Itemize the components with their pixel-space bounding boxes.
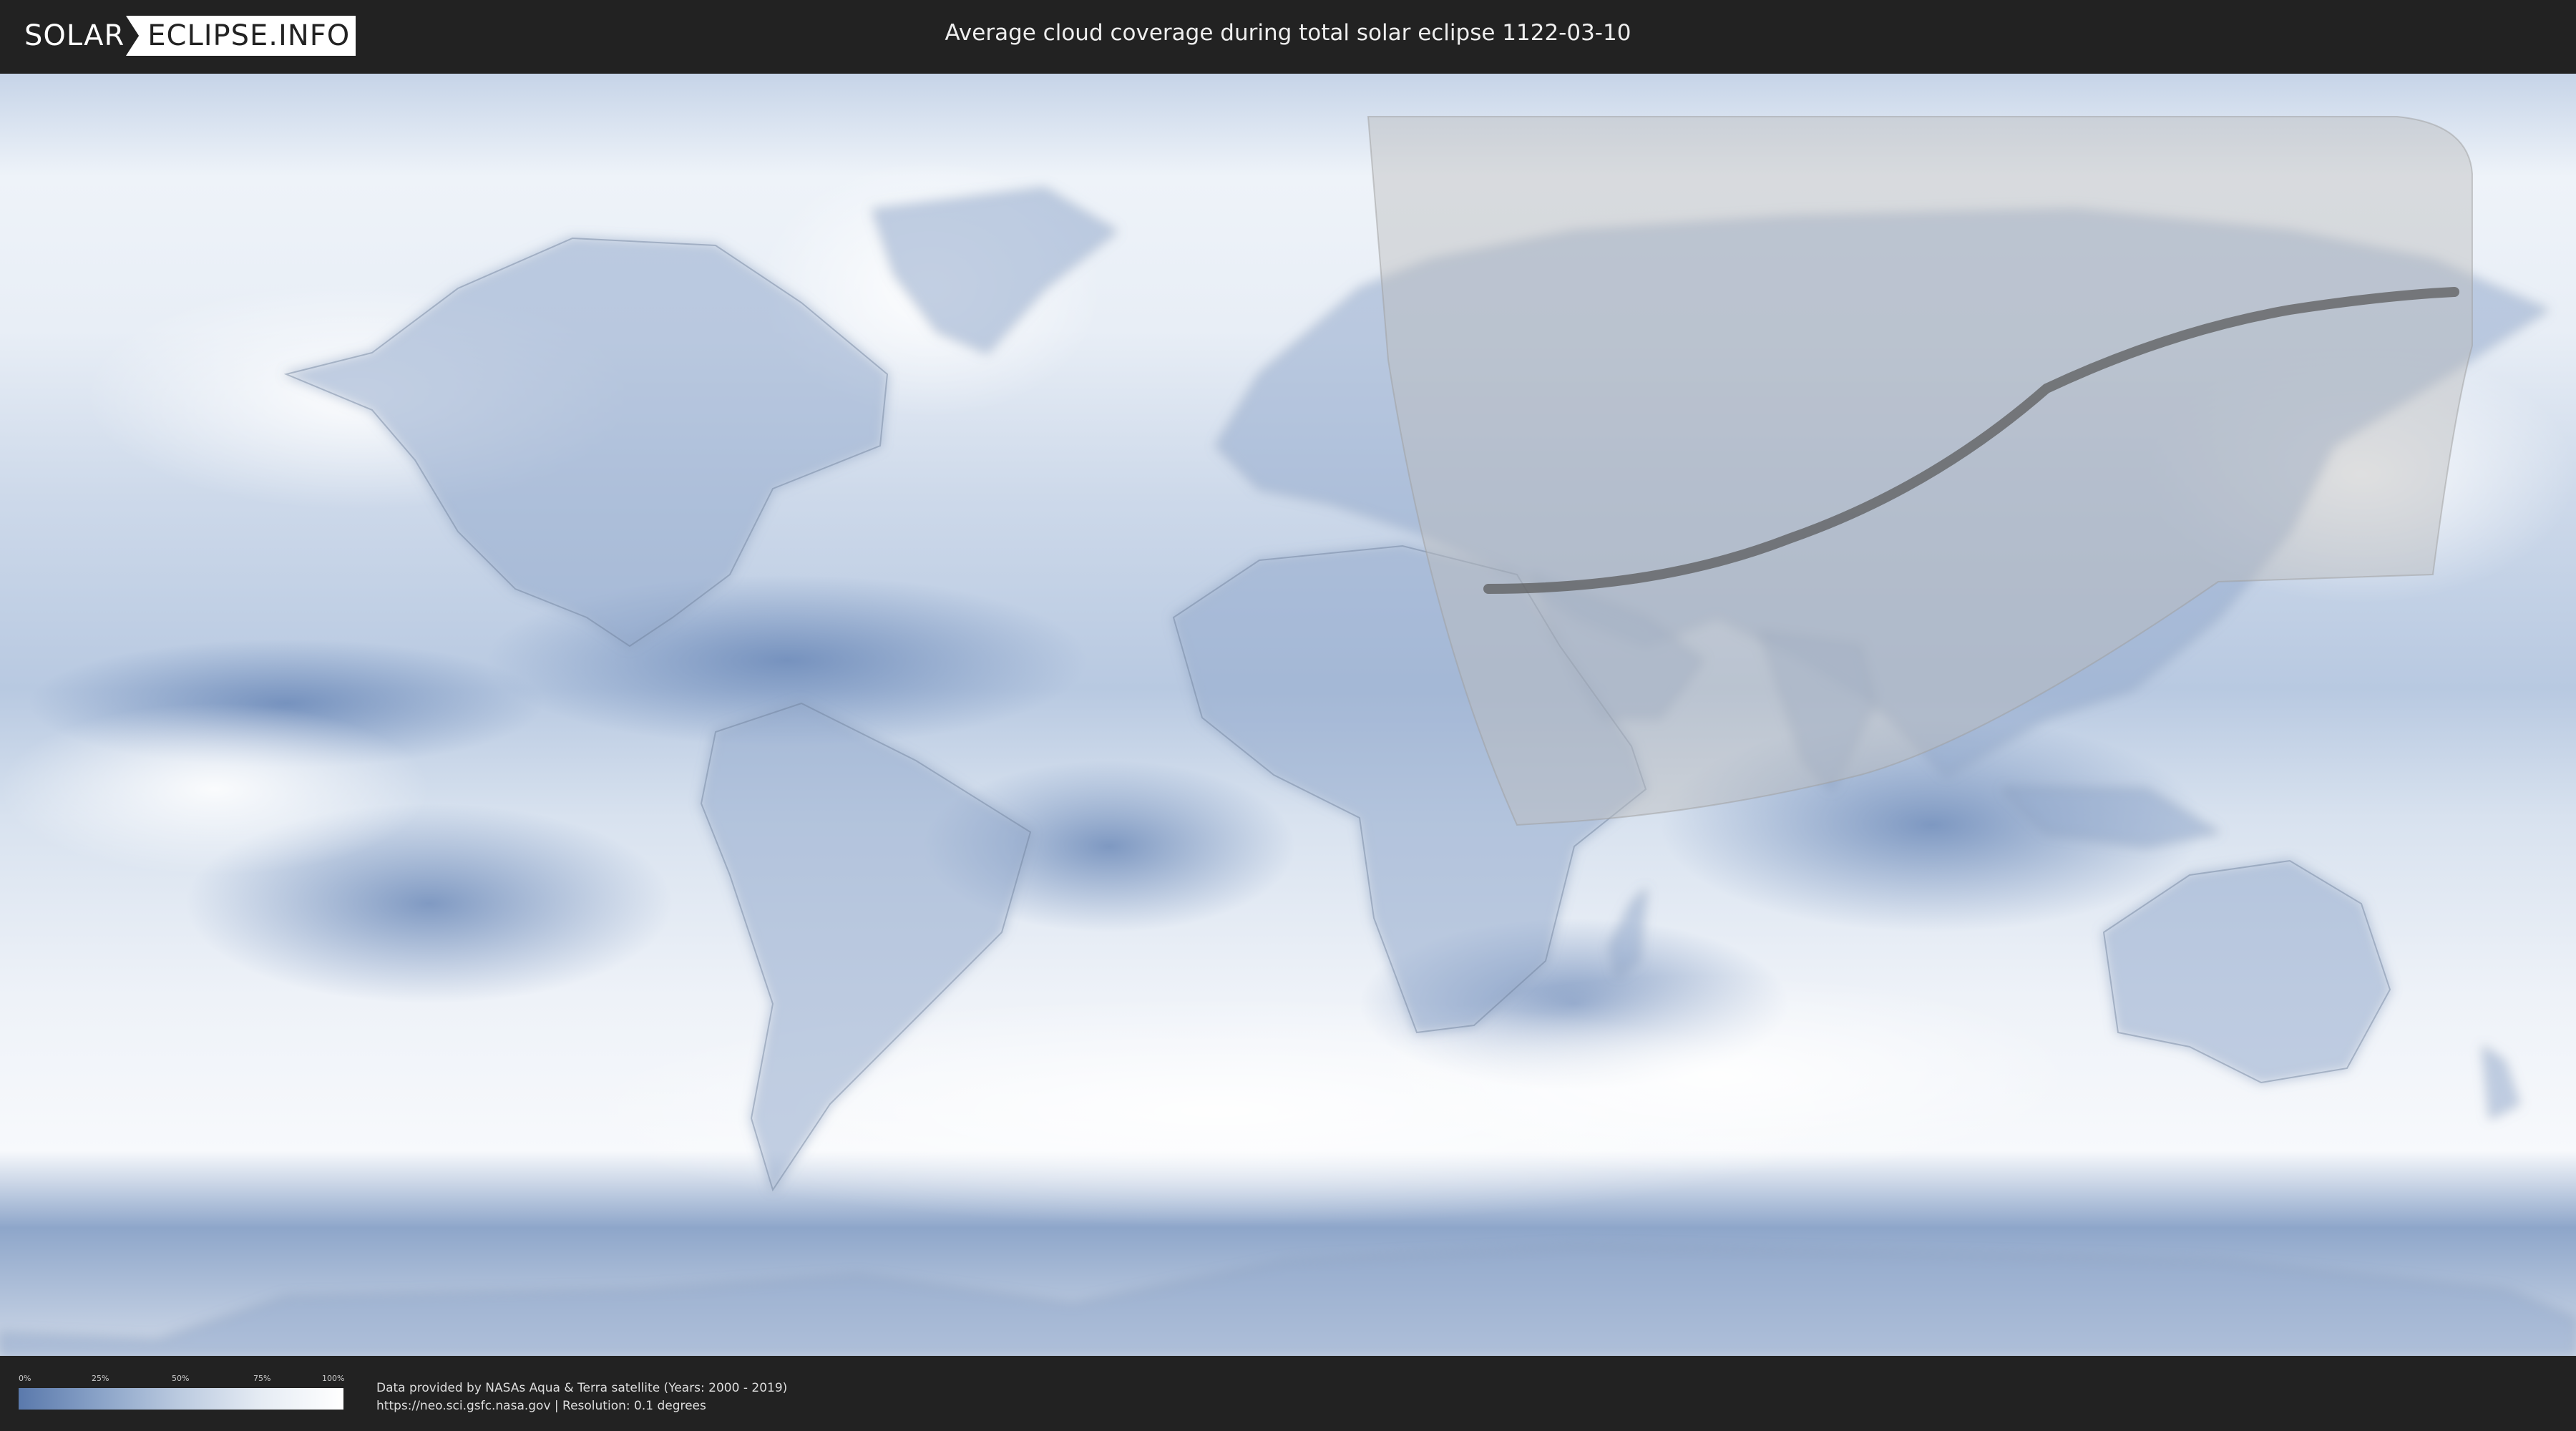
footer-bar: 0% 25% 50% 75% 100% Data provided by NAS…	[0, 1358, 2576, 1431]
legend-tick: 100%	[322, 1374, 345, 1383]
header-bar: SOLAR ECLIPSE.INFO Average cloud coverag…	[0, 0, 2576, 72]
data-credits: Data provided by NASAs Aqua & Terra sate…	[376, 1379, 787, 1415]
credit-line-1: Data provided by NASAs Aqua & Terra sate…	[376, 1381, 788, 1395]
page-title: Average cloud coverage during total sola…	[945, 20, 1631, 46]
legend-tick: 75%	[253, 1374, 271, 1383]
credit-line-2[interactable]: https://neo.sci.gsfc.nasa.gov | Resoluti…	[376, 1397, 787, 1415]
legend-tick: 50%	[172, 1374, 190, 1383]
world-map-svg	[0, 74, 2576, 1356]
legend-tick: 25%	[92, 1374, 109, 1383]
legend-ticks: 0% 25% 50% 75% 100%	[19, 1374, 345, 1387]
cloud-coverage-legend: 0% 25% 50% 75% 100%	[19, 1374, 345, 1410]
legend-tick: 0%	[19, 1374, 31, 1383]
legend-gradient-bar	[19, 1388, 343, 1410]
cloud-coverage-map[interactable]	[0, 74, 2576, 1356]
